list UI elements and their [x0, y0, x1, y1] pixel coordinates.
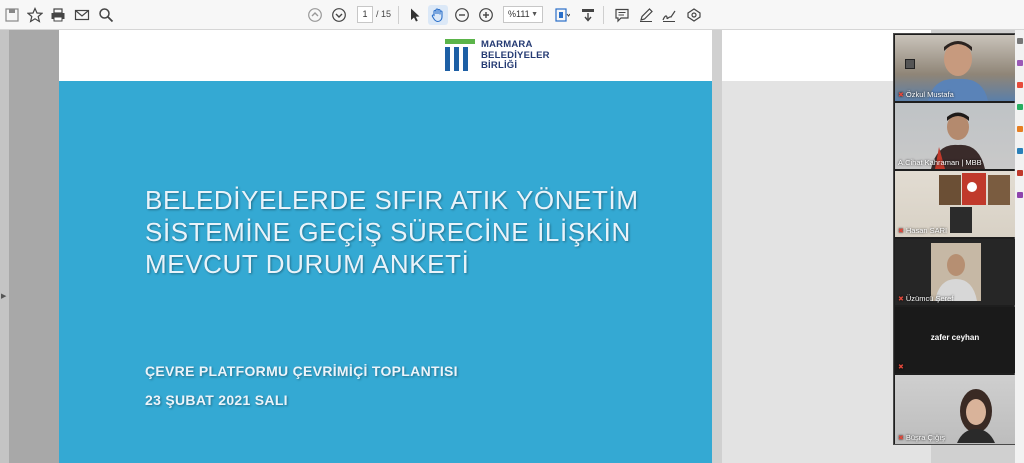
tool-icon[interactable] — [1017, 126, 1023, 132]
bookmark-star-icon[interactable] — [25, 5, 45, 25]
search-icon[interactable] — [96, 5, 116, 25]
chevron-down-icon: ▼ — [531, 11, 538, 18]
participant-name: A.Cihat Kahraman | MBB — [898, 158, 982, 167]
participant-video-icon — [957, 389, 995, 443]
zoom-in-icon[interactable] — [476, 5, 496, 25]
tool-icon[interactable] — [1017, 60, 1023, 66]
participant-name-text: Büşra Çığış — [905, 433, 946, 442]
logo-line: MARMARA — [481, 39, 533, 50]
mic-muted-icon: ✖ — [898, 296, 904, 303]
page-gutter — [9, 30, 59, 463]
participant-name-text: Özkul Mustafa — [905, 90, 954, 99]
participant-tile[interactable]: A.Cihat Kahraman | MBB — [895, 103, 1015, 169]
mic-muted-icon: ✖ — [898, 92, 904, 99]
toolbar-divider — [603, 6, 604, 24]
participant-name: ✖ Özkul Mustafa — [898, 90, 954, 99]
participant-tile[interactable]: ✖ Özkul Mustafa — [895, 35, 1015, 101]
tool-icon[interactable] — [1017, 82, 1023, 88]
participant-name: ✖ Hasan SARI — [898, 226, 947, 235]
marmara-logo-icon — [445, 39, 475, 71]
left-panel-toggle[interactable]: ▶ — [0, 30, 9, 463]
sign-icon[interactable] — [659, 5, 679, 25]
tool-icon[interactable] — [1017, 170, 1023, 176]
hand-tool-icon[interactable] — [428, 5, 448, 25]
participant-tile[interactable]: zafer ceyhan ✖ — [895, 307, 1015, 373]
page-down-icon[interactable] — [329, 5, 349, 25]
slide-date: 23 ŞUBAT 2021 SALI — [145, 392, 288, 408]
page-number-input[interactable]: 1 — [357, 6, 373, 23]
zoom-out-icon[interactable] — [452, 5, 472, 25]
participant-name-text: A.Cihat Kahraman | MBB — [898, 158, 982, 167]
save-icon[interactable] — [2, 5, 22, 25]
participant-name: ✖ Üzümcü Şeref — [898, 294, 953, 303]
slide-title: BELEDİYELERDE SIFIR ATIK YÖNETİM SİSTEMİ… — [145, 184, 705, 280]
mic-muted-icon: ✖ — [898, 364, 904, 371]
right-tools-strip[interactable] — [1015, 30, 1024, 463]
mic-muted-icon: ✖ — [898, 228, 904, 235]
slide-subtitle: ÇEVRE PLATFORMU ÇEVRİMİÇİ TOPLANTISI — [145, 363, 458, 379]
participant-name-text: Üzümcü Şeref — [905, 294, 954, 303]
title-line: MEVCUT DURUM ANKETİ — [145, 249, 470, 279]
comment-icon[interactable] — [612, 5, 632, 25]
participant-tile[interactable]: ✖ Büşra Çığış — [895, 375, 1015, 444]
scroll-mode-icon[interactable] — [578, 5, 598, 25]
mic-muted-icon: ✖ — [898, 435, 904, 442]
mail-icon[interactable] — [72, 5, 92, 25]
pdf-toolbar: 1 / 15 %111 ▼ — [0, 0, 1024, 30]
tool-icon[interactable] — [1017, 38, 1023, 44]
zoom-level-value: %111 — [508, 9, 530, 19]
title-line: BELEDİYELERDE SIFIR ATIK YÖNETİM — [145, 185, 639, 215]
pen-icon[interactable] — [636, 5, 656, 25]
self-view-thumbnail[interactable] — [905, 59, 915, 69]
tools-icon[interactable] — [684, 5, 704, 25]
participant-name-text: zafer ceyhan — [930, 333, 980, 343]
participant-name: ✖ — [898, 362, 906, 371]
slide-page: MARMARA BELEDİYELER BİRLİĞİ BELEDİYELERD… — [59, 30, 712, 463]
tool-icon[interactable] — [1017, 104, 1023, 110]
zoom-level-select[interactable]: %111 ▼ — [503, 6, 543, 23]
page-up-icon[interactable] — [305, 5, 325, 25]
participant-name: ✖ Büşra Çığış — [898, 433, 945, 442]
participant-video-icon — [931, 243, 981, 301]
chevron-right-icon: ▶ — [1, 293, 7, 300]
video-participants-panel: ✖ Özkul Mustafa A.Cihat Kahraman | MBB ✖ H… — [893, 33, 1015, 445]
title-line: SİSTEMİNE GEÇİŞ SÜRECİNE İLİŞKİN — [145, 217, 631, 247]
page-total: / 15 — [376, 9, 392, 19]
participant-name-text: Hasan SARI — [905, 226, 948, 235]
logo-line: BİRLİĞİ — [481, 60, 518, 71]
tool-icon[interactable] — [1017, 148, 1023, 154]
participant-tile[interactable]: ✖ Üzümcü Şeref — [895, 239, 1015, 305]
toolbar-divider — [398, 6, 399, 24]
select-cursor-icon[interactable] — [405, 5, 425, 25]
fit-page-icon[interactable] — [551, 5, 573, 25]
logo-text: MARMARA BELEDİYELER BİRLİĞİ — [481, 39, 550, 72]
slide-header: MARMARA BELEDİYELER BİRLİĞİ — [59, 30, 712, 81]
participant-tile[interactable]: ✖ Hasan SARI — [895, 171, 1015, 237]
tool-icon[interactable] — [1017, 192, 1023, 198]
print-icon[interactable] — [48, 5, 68, 25]
